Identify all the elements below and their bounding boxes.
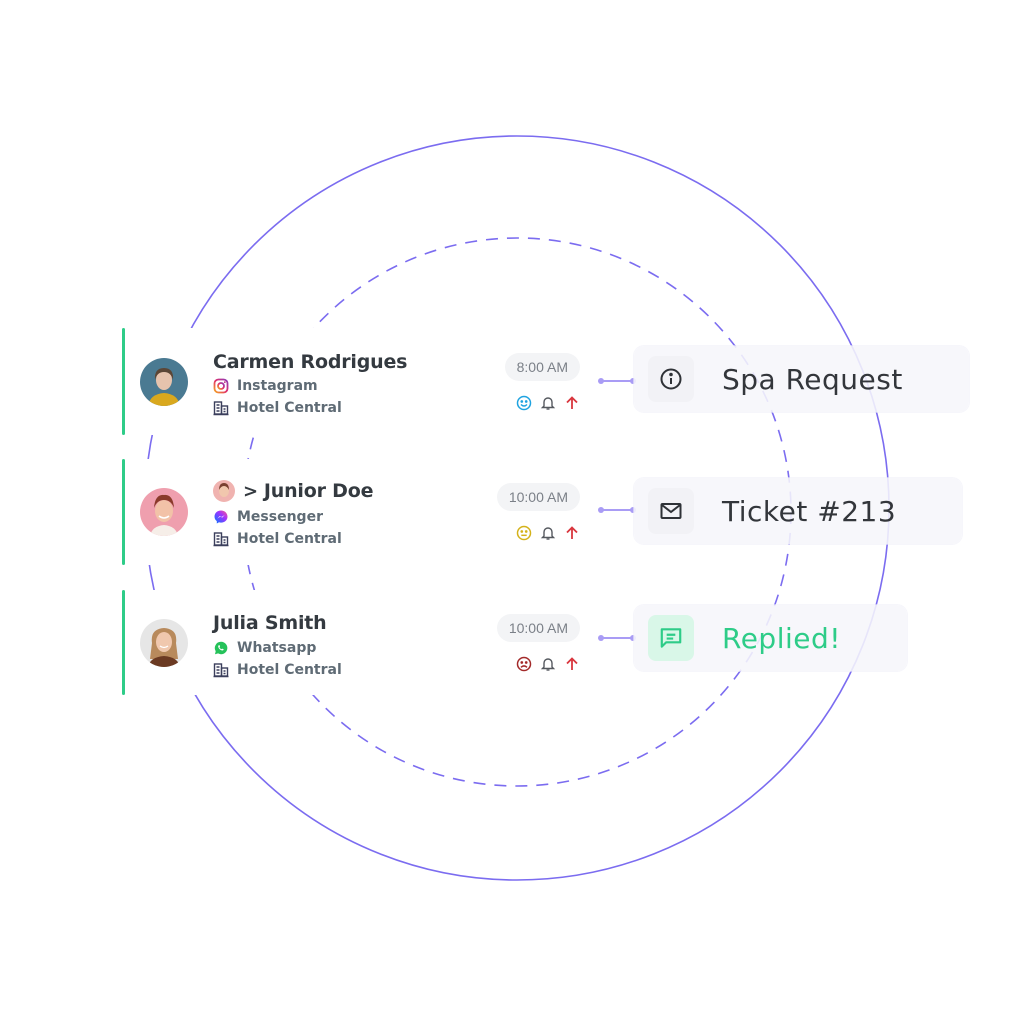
avatar [140,358,188,406]
sentiment-neutral-icon [516,525,532,541]
action-label: Ticket #213 [722,494,897,528]
forward-chevron-icon: > [243,480,258,502]
building-icon [213,531,229,547]
status-icons [516,395,580,411]
timestamp: 10:00 AM [496,614,580,642]
active-indicator [122,459,125,565]
mail-icon [648,488,694,534]
timestamp: 10:00 AM [496,483,580,511]
channel-label: Messenger [237,509,323,525]
channel-label: Instagram [237,378,318,394]
channel-line: Messenger [213,509,323,525]
action-replied[interactable]: Replied! [634,605,907,671]
chat-icon [648,615,694,661]
contact-name: Julia Smith [213,612,327,634]
bell-icon[interactable] [540,525,556,541]
connector-line [598,507,636,513]
forwarding-agent-avatar [213,480,235,502]
instagram-icon [213,378,229,394]
building-icon [213,400,229,416]
status-icons [516,525,580,541]
priority-up-arrow-icon [564,395,580,411]
active-indicator [122,590,125,695]
bell-icon[interactable] [540,395,556,411]
building-icon [213,662,229,678]
priority-up-arrow-icon [564,525,580,541]
property-line: Hotel Central [213,400,342,416]
action-label: Replied! [722,621,841,655]
action-label: Spa Request [722,362,903,396]
property-line: Hotel Central [213,662,342,678]
contact-name: Carmen Rodrigues [213,351,408,373]
channel-label: Whatsapp [237,640,317,656]
sentiment-sad-icon [516,656,532,672]
messenger-icon [213,509,229,525]
sentiment-happy-icon [516,395,532,411]
avatar [140,488,188,536]
action-ticket[interactable]: Ticket #213 [634,478,963,544]
connector-line [598,635,636,641]
whatsapp-icon [213,640,229,656]
conversation-row[interactable]: > Junior Doe Messenger Hotel Central 10:… [122,459,600,565]
contact-name: Junior Doe [263,480,374,502]
property-label: Hotel Central [237,662,342,678]
avatar [140,619,188,667]
timestamp: 8:00 AM [504,353,580,381]
info-icon [648,356,694,402]
channel-line: Instagram [213,378,318,394]
conversation-row[interactable]: Julia Smith Whatsapp Hotel Central 10:00… [122,590,600,695]
bell-icon[interactable] [540,656,556,672]
property-label: Hotel Central [237,531,342,547]
connector-line [598,378,636,384]
contact-name-line: > Junior Doe [213,480,373,502]
property-line: Hotel Central [213,531,342,547]
priority-up-arrow-icon [564,656,580,672]
conversation-row[interactable]: Carmen Rodrigues Instagram Hotel Central… [122,328,600,435]
active-indicator [122,328,125,435]
channel-line: Whatsapp [213,640,316,656]
action-spa-request[interactable]: Spa Request [634,346,969,412]
status-icons [516,656,580,672]
property-label: Hotel Central [237,400,342,416]
